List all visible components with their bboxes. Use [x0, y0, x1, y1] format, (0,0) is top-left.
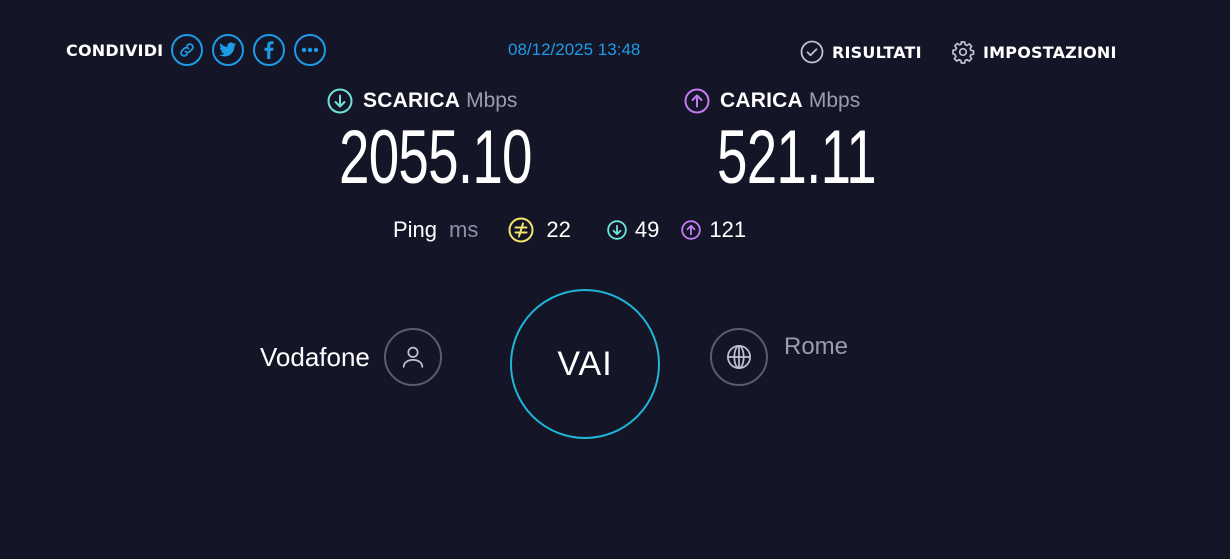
- results-label: RISULTATI: [832, 42, 922, 62]
- go-button-label: VAI: [557, 344, 613, 383]
- upload-label: CARICA: [720, 89, 803, 112]
- twitter-icon: [219, 42, 237, 57]
- facebook-share-button[interactable]: [253, 34, 286, 66]
- twitter-share-button[interactable]: [212, 34, 245, 66]
- more-share-button[interactable]: [294, 34, 327, 66]
- server-location: Rome: [784, 333, 849, 360]
- user-icon: [402, 346, 424, 368]
- ping-label: Ping: [393, 217, 438, 242]
- ping-idle: 22: [508, 217, 584, 243]
- provider-info[interactable]: Vodafone: [260, 328, 442, 386]
- arrow-up-circle-icon: [681, 220, 702, 240]
- server-globe: [710, 328, 768, 386]
- idle-latency-icon: [508, 217, 534, 243]
- test-timestamp: 08/12/2025 13:48: [508, 40, 641, 59]
- arrow-down-circle-icon: [327, 88, 353, 114]
- link-share-button[interactable]: [171, 34, 204, 66]
- upload-unit: Mbps: [808, 89, 861, 112]
- download-header: SCARICA Mbps: [327, 88, 607, 114]
- provider-name: Vodafone: [260, 341, 370, 372]
- ping-row: Ping ms 22 49 121: [393, 217, 768, 243]
- check-circle-icon: [800, 40, 824, 64]
- server-info[interactable]: Rome: [710, 328, 848, 386]
- facebook-icon: [264, 41, 274, 59]
- provider-avatar: [383, 328, 442, 386]
- ping-upload-value: 121: [709, 217, 747, 242]
- settings-link[interactable]: IMPOSTAZIONI: [951, 40, 1117, 64]
- download-unit: Mbps: [466, 89, 518, 112]
- link-icon: [180, 43, 195, 57]
- ping-upload: 121: [681, 217, 746, 243]
- settings-label: IMPOSTAZIONI: [983, 42, 1117, 62]
- upload-header: CARICA Mbps: [684, 88, 938, 114]
- upload-value: 521.11: [717, 115, 877, 200]
- ping-idle-value: 22: [546, 217, 571, 242]
- arrow-up-circle-icon: [684, 88, 710, 114]
- gear-icon: [952, 41, 975, 64]
- globe-icon: [727, 345, 751, 369]
- more-icon: [302, 47, 319, 53]
- ping-unit: ms: [449, 217, 479, 242]
- share-bar: CONDIVIDI: [66, 33, 335, 67]
- download-value: 2055.10: [339, 115, 532, 200]
- arrow-down-circle-icon: [607, 220, 627, 240]
- results-link[interactable]: RISULTATI: [800, 40, 922, 64]
- upload-metric: CARICA Mbps 521.11: [684, 88, 938, 196]
- go-button[interactable]: VAI: [510, 289, 660, 439]
- share-label: CONDIVIDI: [66, 40, 164, 60]
- ping-download: 49: [607, 217, 659, 243]
- speedtest-page: CONDIVIDI 08/12/2025 13:48 RISULTATI IMP…: [0, 0, 1230, 559]
- download-metric: SCARICA Mbps 2055.10: [327, 88, 607, 196]
- download-label: SCARICA: [363, 89, 461, 112]
- ping-download-value: 49: [634, 217, 660, 242]
